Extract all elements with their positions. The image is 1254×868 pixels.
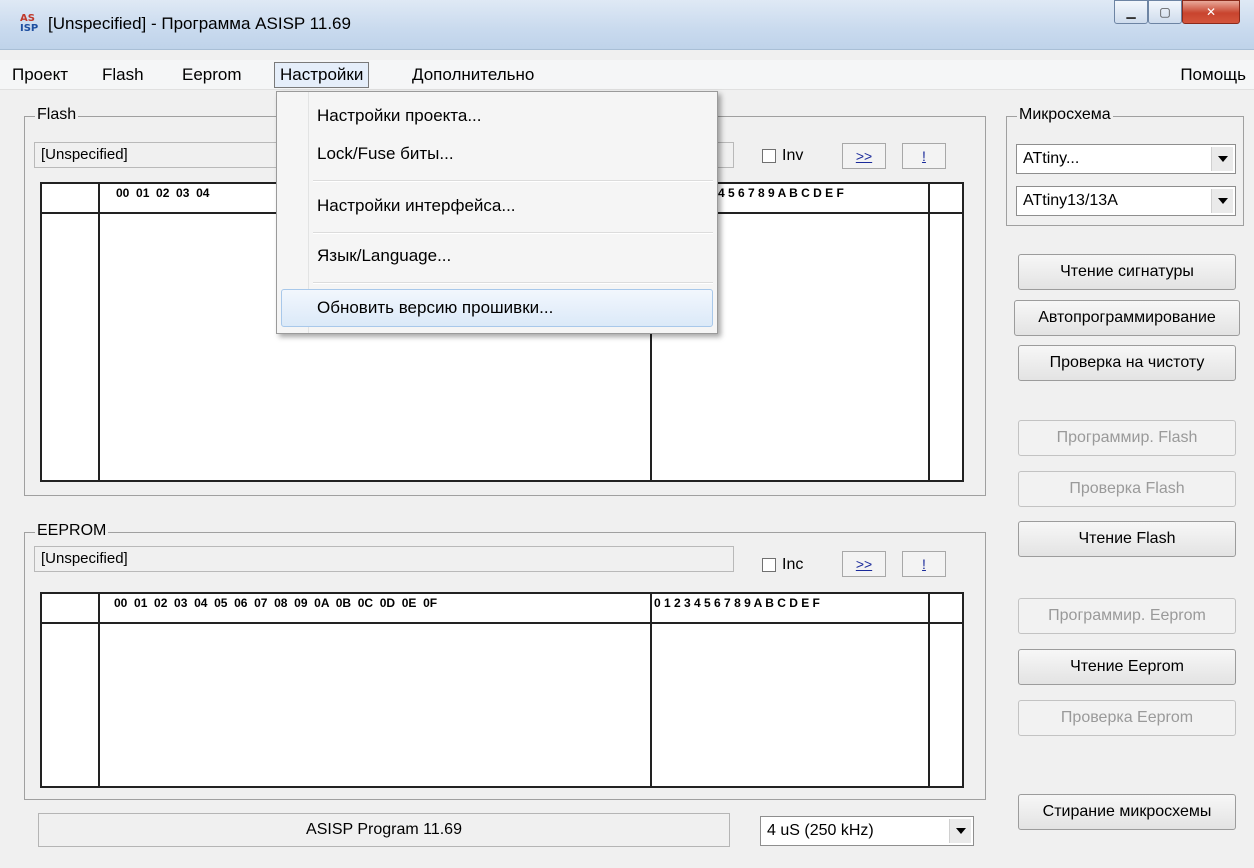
- menu-project[interactable]: Проект: [8, 65, 72, 85]
- title-bar: AS ISP [Unspecified] - Программа ASISP 1…: [0, 0, 1254, 50]
- chevron-down-icon[interactable]: [1211, 147, 1233, 171]
- menu-settings[interactable]: Настройки: [274, 62, 370, 88]
- grid-divider: [928, 184, 930, 480]
- grid-header-divider: [42, 622, 962, 624]
- eeprom-inc-box[interactable]: [762, 558, 776, 572]
- menu-flash[interactable]: Flash: [98, 65, 148, 85]
- window-title: [Unspecified] - Программа ASISP 11.69: [48, 14, 351, 33]
- chevron-down-icon[interactable]: [1211, 189, 1233, 213]
- chip-model-value: ATtiny13/13A: [1023, 192, 1118, 209]
- eeprom-inc-checkbox[interactable]: Inc: [762, 556, 803, 574]
- menu-bar: Проект Flash Eeprom Настройки Дополнител…: [0, 60, 1254, 90]
- flash-run-button[interactable]: !: [902, 143, 946, 169]
- auto-program-button[interactable]: Автопрограммирование: [1014, 300, 1240, 336]
- app-logo-bottom: ISP: [20, 23, 39, 34]
- chip-family-value: ATtiny...: [1023, 150, 1080, 167]
- status-text: ASISP Program 11.69: [38, 813, 730, 847]
- chevron-down-icon[interactable]: [949, 819, 971, 843]
- flash-inv-checkbox[interactable]: Inv: [762, 147, 803, 165]
- eeprom-file-field[interactable]: [Unspecified]: [34, 546, 734, 572]
- menu-item-update-firmware[interactable]: Обновить версию прошивки...: [317, 298, 553, 318]
- eeprom-run-button[interactable]: !: [902, 551, 946, 577]
- menu-item-interface-settings[interactable]: Настройки интерфейса...: [317, 196, 516, 216]
- eeprom-hex-grid[interactable]: 00 01 02 03 04 05 06 07 08 09 0A 0B 0C 0…: [40, 592, 964, 788]
- caption-buttons: ▁ ▢ ✕: [1114, 0, 1240, 26]
- flash-group-title: Flash: [35, 106, 79, 124]
- read-eeprom-button[interactable]: Чтение Eeprom: [1018, 649, 1236, 685]
- erase-chip-button[interactable]: Стирание микросхемы: [1018, 794, 1236, 830]
- program-flash-button[interactable]: Программир. Flash: [1018, 420, 1236, 456]
- flash-ascii-header: 4 5 6 7 8 9 A B C D E F: [718, 186, 844, 200]
- chip-group-title: Микросхема: [1017, 106, 1113, 124]
- blank-check-button[interactable]: Проверка на чистоту: [1018, 345, 1236, 381]
- main-window: AS ISP [Unspecified] - Программа ASISP 1…: [0, 0, 1254, 868]
- menu-eeprom[interactable]: Eeprom: [178, 65, 246, 85]
- menu-separator: [313, 232, 713, 234]
- eeprom-inc-label: Inc: [782, 556, 804, 573]
- verify-eeprom-button[interactable]: Проверка Eeprom: [1018, 700, 1236, 736]
- eeprom-ascii-header: 0 1 2 3 4 5 6 7 8 9 A B C D E F: [654, 596, 820, 610]
- eeprom-group-title: EEPROM: [35, 522, 109, 540]
- eeprom-hex-header: 00 01 02 03 04 05 06 07 08 09 0A 0B 0C 0…: [114, 596, 438, 610]
- close-icon[interactable]: ✕: [1182, 0, 1240, 24]
- flash-inv-label: Inv: [782, 147, 804, 164]
- flash-next-button[interactable]: >>: [842, 143, 886, 169]
- menu-separator: [313, 282, 713, 284]
- read-flash-button[interactable]: Чтение Flash: [1018, 521, 1236, 557]
- flash-inv-box[interactable]: [762, 149, 776, 163]
- speed-select[interactable]: 4 uS (250 kHz): [760, 816, 974, 846]
- menu-separator: [313, 180, 713, 182]
- chip-model-select[interactable]: ATtiny13/13A: [1016, 186, 1236, 216]
- menu-item-lock-fuse[interactable]: Lock/Fuse биты...: [317, 144, 454, 164]
- menu-help[interactable]: Помощь: [1176, 65, 1250, 85]
- menu-item-language[interactable]: Язык/Language...: [317, 246, 451, 266]
- chip-family-select[interactable]: ATtiny...: [1016, 144, 1236, 174]
- speed-value: 4 uS (250 kHz): [767, 822, 874, 839]
- grid-divider: [98, 184, 100, 480]
- menu-item-project-settings[interactable]: Настройки проекта...: [317, 106, 482, 126]
- flash-hex-header: 00 01 02 03 04: [116, 186, 210, 200]
- maximize-icon[interactable]: ▢: [1148, 0, 1182, 24]
- settings-menu: Настройки проекта... Lock/Fuse биты... Н…: [276, 91, 718, 334]
- read-signature-button[interactable]: Чтение сигнатуры: [1018, 254, 1236, 290]
- app-logo-icon: AS ISP: [20, 14, 42, 36]
- verify-flash-button[interactable]: Проверка Flash: [1018, 471, 1236, 507]
- eeprom-next-button[interactable]: >>: [842, 551, 886, 577]
- menu-additional[interactable]: Дополнительно: [408, 65, 538, 85]
- program-eeprom-button[interactable]: Программир. Eeprom: [1018, 598, 1236, 634]
- minimize-icon[interactable]: ▁: [1114, 0, 1148, 24]
